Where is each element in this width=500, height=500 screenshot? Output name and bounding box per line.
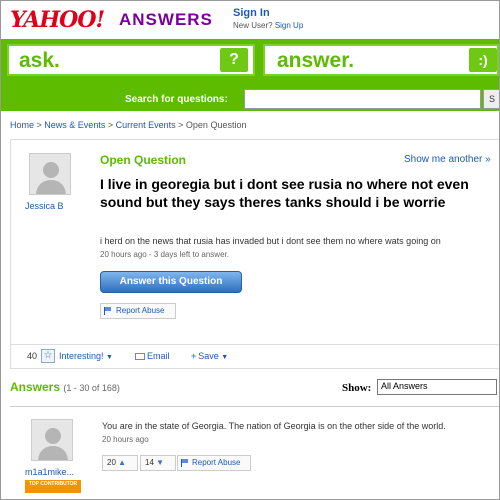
green-banner: ask. ? answer. :) Search for questions: … (1, 39, 499, 111)
answer-text: You are in the state of Georgia. The nat… (102, 421, 446, 431)
save-label: Save (198, 351, 219, 361)
default-user-icon (36, 162, 66, 194)
answers-range: (1 - 30 of 168) (63, 383, 120, 393)
answer-box[interactable]: answer. :) (263, 44, 499, 76)
new-user-text: New User? Sign Up (233, 21, 303, 30)
answer-label: answer. (277, 49, 355, 72)
email-label: Email (147, 351, 170, 361)
show-filter-select[interactable]: All Answers (377, 379, 497, 395)
thumbs-down-icon: ▼ (156, 458, 165, 467)
sign-up-link[interactable]: Sign Up (275, 21, 303, 30)
search-label: Search for questions: (125, 94, 228, 105)
breadcrumb-separator: > (178, 120, 186, 130)
report-abuse-button[interactable]: Report Abuse (100, 303, 176, 319)
asker-avatar[interactable] (29, 153, 71, 195)
interesting-label: Interesting! (59, 351, 104, 361)
question-detail: i herd on the news that rusia has invade… (100, 236, 441, 246)
thumbs-up-button[interactable]: 20 ▲ (102, 455, 138, 471)
ask-box[interactable]: ask. ? (7, 44, 255, 76)
show-label: Show: (342, 382, 372, 394)
question-time: 20 hours ago - 3 days left to answer. (100, 250, 229, 259)
breadcrumb-current: Open Question (185, 120, 247, 130)
thumbs-down-count: 14 (145, 458, 154, 467)
thumbs-up-count: 20 (107, 458, 116, 467)
answers-logo-text[interactable]: ANSWERS (119, 10, 213, 30)
thumbs-up-icon: ▲ (118, 458, 127, 467)
default-user-icon (38, 428, 68, 460)
question-status: Open Question (100, 153, 187, 167)
search-button[interactable]: S (483, 89, 499, 109)
page-frame: YAHOO! ANSWERS Sign In New User? Sign Up… (0, 0, 500, 500)
answer-report-abuse-label: Report Abuse (192, 458, 241, 467)
flag-icon (181, 459, 189, 467)
answer-question-button[interactable]: Answer this Question (100, 271, 242, 293)
breadcrumb-separator: > (107, 120, 116, 130)
answer-report-abuse-button[interactable]: Report Abuse (177, 455, 251, 471)
new-user-prefix: New User? (233, 21, 273, 30)
envelope-icon (135, 353, 145, 360)
breadcrumb: Home > News & Events > Current Events > … (10, 120, 246, 130)
yahoo-logo[interactable]: YAHOO! (10, 7, 105, 33)
breadcrumb-news-events[interactable]: News & Events (44, 120, 105, 130)
search-input[interactable] (244, 89, 481, 109)
answers-title: Answers (10, 380, 61, 394)
divider (10, 406, 499, 407)
flag-icon (104, 307, 112, 315)
ask-label: ask. (19, 49, 60, 72)
sign-in-link[interactable]: Sign In (233, 7, 270, 19)
interesting-button[interactable]: Interesting! ▼ (59, 351, 113, 361)
show-another-link[interactable]: Show me another » (404, 154, 491, 165)
top-contributor-badge: TOP CONTRIBUTOR (25, 480, 81, 493)
question-panel: Jessica B Open Question Show me another … (10, 139, 499, 369)
question-toolbar: 40 ☆ Interesting! ▼ Email + Save ▼ (11, 344, 499, 368)
smiley-icon[interactable]: :) (469, 48, 497, 72)
email-button[interactable]: Email (135, 351, 170, 361)
asker-name[interactable]: Jessica B (25, 201, 64, 211)
site-header: YAHOO! ANSWERS Sign In New User? Sign Up (1, 1, 499, 39)
thumbs-down-button[interactable]: 14 ▼ (140, 455, 176, 471)
save-button[interactable]: + Save ▼ (191, 351, 228, 361)
answer-time: 20 hours ago (102, 435, 149, 444)
question-title: I live in georegia but i dont see rusia … (100, 176, 469, 210)
interesting-count: 40 (27, 351, 38, 361)
chevron-down-icon: ▼ (221, 354, 229, 361)
plus-icon: + (191, 351, 197, 361)
chevron-down-icon: ▼ (106, 354, 113, 361)
answers-heading: Answers (1 - 30 of 168) (10, 380, 120, 394)
star-icon[interactable]: ☆ (41, 349, 55, 363)
answerer-avatar[interactable] (31, 419, 73, 461)
question-mark-icon[interactable]: ? (220, 48, 248, 72)
report-abuse-label: Report Abuse (116, 306, 165, 315)
breadcrumb-current-events[interactable]: Current Events (116, 120, 176, 130)
breadcrumb-home[interactable]: Home (10, 120, 34, 130)
answerer-name[interactable]: m1a1mike... (25, 467, 74, 477)
